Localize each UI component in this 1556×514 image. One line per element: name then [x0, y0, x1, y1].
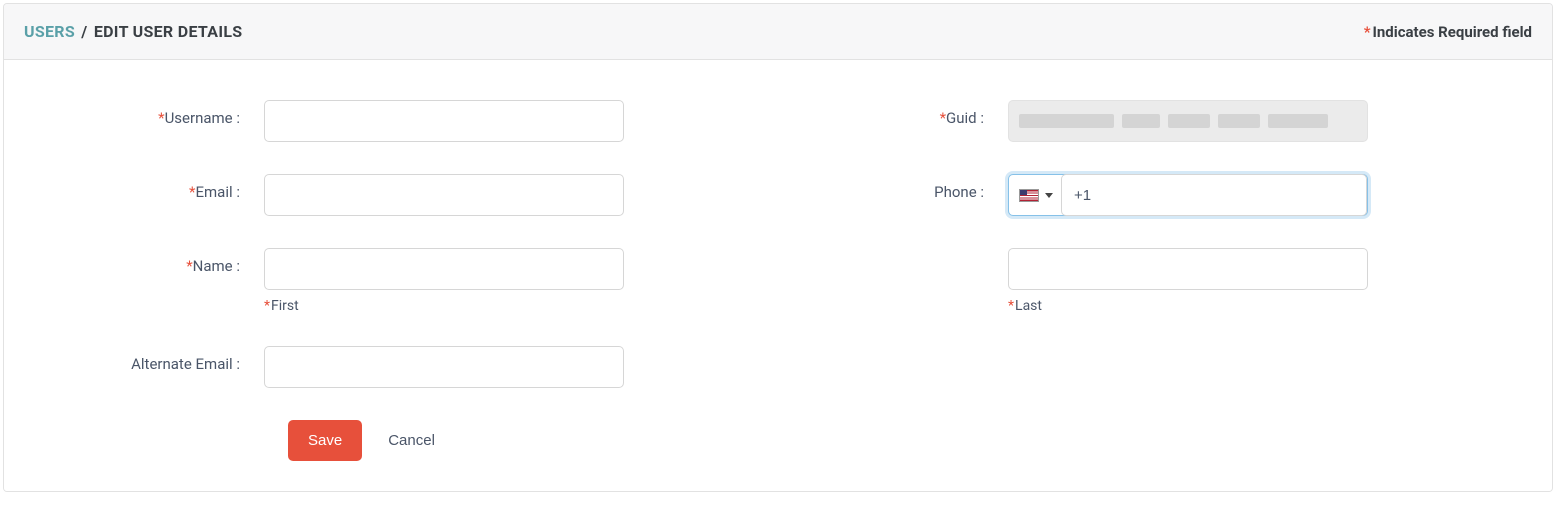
phone-label: Phone : [808, 174, 1008, 201]
breadcrumb-parent[interactable]: USERS [24, 22, 75, 41]
guid-redacted [1019, 107, 1357, 135]
last-name-sublabel: *Last [1008, 298, 1368, 314]
us-flag-icon [1019, 189, 1039, 202]
alt-email-input[interactable] [264, 346, 624, 388]
breadcrumb-separator: / [81, 22, 87, 41]
email-input[interactable] [264, 174, 624, 216]
breadcrumb-current: EDIT USER DETAILS [94, 22, 243, 41]
breadcrumb: USERS / EDIT USER DETAILS [24, 22, 242, 41]
alt-email-label: Alternate Email : [64, 346, 264, 373]
save-button[interactable]: Save [288, 420, 362, 461]
phone-field[interactable] [1008, 174, 1368, 216]
card-header: USERS / EDIT USER DETAILS *Indicates Req… [4, 4, 1552, 60]
last-name-input[interactable] [1008, 248, 1368, 290]
username-label: *Username : [64, 100, 264, 127]
edit-user-card: USERS / EDIT USER DETAILS *Indicates Req… [3, 3, 1553, 492]
guid-readonly [1008, 100, 1368, 142]
required-fields-note: *Indicates Required field [1364, 23, 1532, 41]
phone-input[interactable] [1061, 174, 1367, 216]
first-name-sublabel: *First [264, 298, 624, 314]
phone-country-selector[interactable] [1009, 189, 1061, 202]
username-input[interactable] [264, 100, 624, 142]
first-name-input[interactable] [264, 248, 624, 290]
guid-label: *Guid : [808, 100, 1008, 127]
name-label: *Name : [64, 248, 264, 275]
email-label: *Email : [64, 174, 264, 201]
chevron-down-icon [1045, 193, 1053, 198]
cancel-button[interactable]: Cancel [388, 432, 435, 449]
form-actions: Save Cancel [288, 420, 1492, 461]
card-body: *Username : *Guid : *Em [4, 60, 1552, 491]
